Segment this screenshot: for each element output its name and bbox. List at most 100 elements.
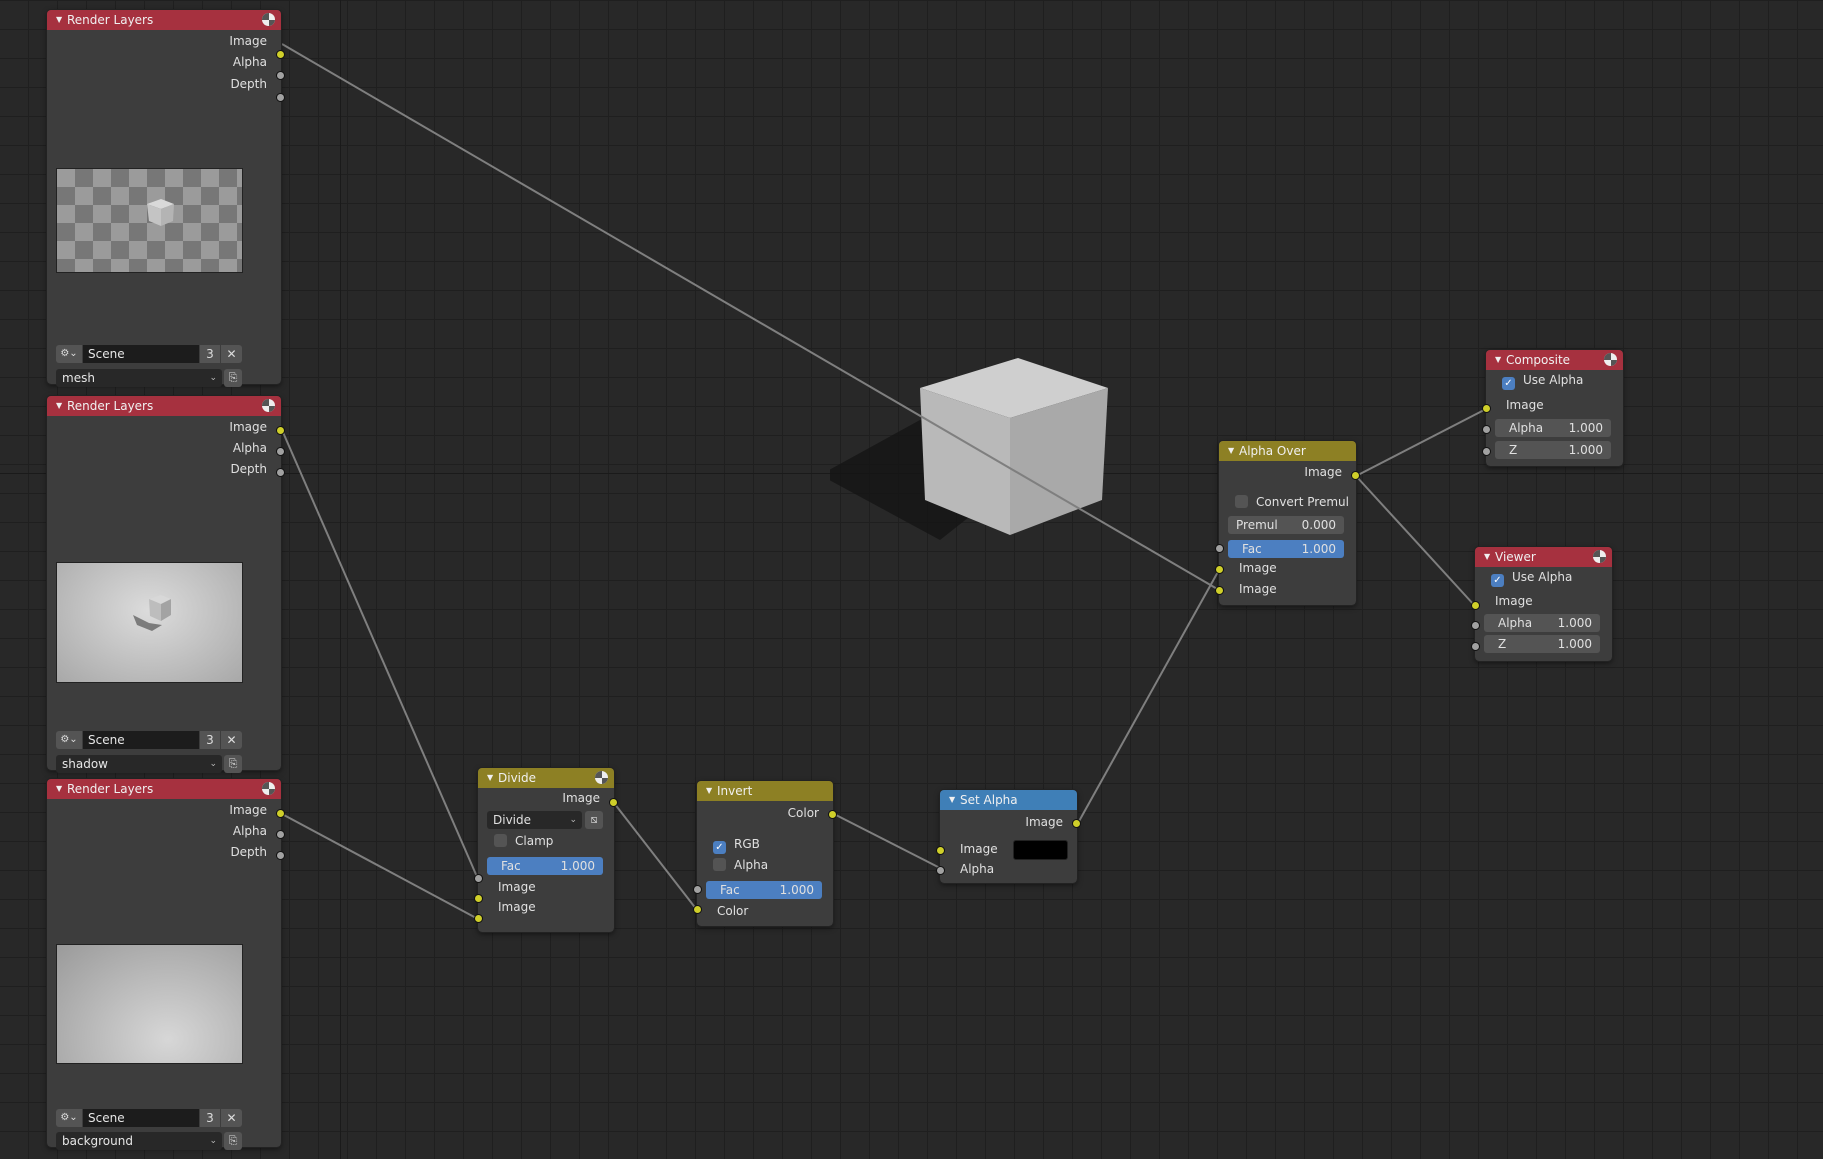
socket-z-in[interactable] (1482, 447, 1491, 456)
fac-slider[interactable]: Fac 1.000 (706, 881, 822, 899)
close-icon[interactable]: ✕ (221, 345, 242, 363)
socket-image-in[interactable] (1471, 601, 1480, 610)
socket-alpha-in[interactable] (1482, 425, 1491, 434)
scene-browse-icon[interactable]: ⚙⌄ (56, 1109, 82, 1127)
socket-alpha-in[interactable] (936, 866, 945, 875)
triangle-down-icon[interactable]: ▼ (1484, 547, 1490, 567)
triangle-down-icon[interactable]: ▼ (1228, 441, 1234, 461)
scene-users-count[interactable]: 3 (200, 731, 220, 749)
checkbox-box[interactable]: ✓ (1491, 574, 1504, 587)
checkbox-box[interactable]: ✓ (713, 841, 726, 854)
socket-alpha-out[interactable] (276, 71, 285, 80)
checkbox-box[interactable]: ✓ (1502, 377, 1515, 390)
socket-image-out[interactable] (609, 798, 618, 807)
socket-z-in[interactable] (1471, 642, 1480, 651)
checkbox-box[interactable] (494, 834, 507, 847)
layer-selector[interactable]: mesh ⌄ ⎘ (56, 369, 242, 387)
scene-name-field[interactable]: Scene (83, 345, 199, 363)
socket-alpha-out[interactable] (276, 447, 285, 456)
socket-image-2-in[interactable] (474, 914, 483, 923)
triangle-down-icon[interactable]: ▼ (487, 768, 493, 788)
socket-alpha-out[interactable] (276, 830, 285, 839)
node-composite[interactable]: ▼ Composite ✓ Use Alpha Image Alpha 1.000… (1482, 349, 1624, 467)
socket-alpha-in[interactable] (1471, 621, 1480, 630)
fac-slider[interactable]: Fac 1.000 (1228, 540, 1344, 558)
node-header[interactable]: ▼ Set Alpha (940, 790, 1077, 810)
node-alpha-over[interactable]: ▼ Alpha Over Image Convert Premul Premul… (1215, 440, 1360, 606)
triangle-down-icon[interactable]: ▼ (949, 790, 955, 810)
z-field[interactable]: Z 1.000 (1495, 441, 1611, 459)
layer-browse-icon[interactable]: ⎘ (224, 755, 242, 773)
socket-depth-out[interactable] (276, 468, 285, 477)
close-icon[interactable]: ✕ (221, 1109, 242, 1127)
premul-field[interactable]: Premul 0.000 (1228, 516, 1344, 534)
operation-dropdown[interactable]: Divide ⌄ (487, 811, 582, 829)
node-header[interactable]: ▼ Alpha Over (1219, 441, 1356, 461)
scene-selector[interactable]: ⚙⌄ Scene 3 ✕ (56, 345, 242, 363)
scene-selector[interactable]: ⚙⌄ Scene 3 ✕ (56, 731, 242, 749)
socket-image-out[interactable] (276, 426, 285, 435)
triangle-down-icon[interactable]: ▼ (56, 396, 62, 416)
alpha-checkbox[interactable]: Alpha (713, 858, 768, 872)
scene-name-field[interactable]: Scene (83, 731, 199, 749)
triangle-down-icon[interactable]: ▼ (56, 779, 62, 799)
socket-fac-in[interactable] (1215, 544, 1224, 553)
node-header[interactable]: ▼ Viewer (1475, 547, 1612, 567)
node-render-layers-shadow[interactable]: ▼ Render Layers Image Alpha Depth ⚙⌄ Sce… (46, 395, 285, 773)
use-alpha-checkbox[interactable]: ✓ Use Alpha (1502, 373, 1583, 390)
layer-dropdown[interactable]: shadow ⌄ (56, 755, 222, 773)
node-render-layers-background[interactable]: ▼ Render Layers Image Alpha Depth ⚙⌄ Sce… (46, 778, 285, 1150)
scene-browse-icon[interactable]: ⚙⌄ (56, 731, 82, 749)
checkbox-box[interactable] (1235, 495, 1248, 508)
layer-dropdown[interactable]: mesh ⌄ (56, 369, 222, 387)
scene-users-count[interactable]: 3 (200, 1109, 220, 1127)
node-set-alpha[interactable]: ▼ Set Alpha Image Image Alpha (936, 789, 1081, 884)
node-header[interactable]: ▼ Render Layers (47, 396, 281, 416)
node-viewer[interactable]: ▼ Viewer ✓ Use Alpha Image Alpha 1.000 Z … (1471, 546, 1613, 662)
layer-selector[interactable]: shadow ⌄ ⎘ (56, 755, 242, 773)
checkbox-box[interactable] (713, 858, 726, 871)
triangle-down-icon[interactable]: ▼ (1495, 350, 1501, 370)
alpha-field[interactable]: Alpha 1.000 (1495, 419, 1611, 437)
convert-premul-checkbox[interactable]: Convert Premul (1235, 495, 1349, 509)
image-icon[interactable]: ⧅ (585, 811, 603, 829)
socket-color-out[interactable] (828, 810, 837, 819)
socket-image-out[interactable] (276, 50, 285, 59)
triangle-down-icon[interactable]: ▼ (56, 10, 62, 30)
node-header[interactable]: ▼ Invert (697, 781, 833, 801)
socket-image-out[interactable] (1072, 819, 1081, 828)
node-divide[interactable]: ▼ Divide Image Divide ⌄ ⧅ Clamp Fac 1.000… (474, 767, 618, 933)
layer-dropdown[interactable]: background ⌄ (56, 1132, 222, 1150)
layer-selector[interactable]: background ⌄ ⎘ (56, 1132, 242, 1150)
socket-image-1-in[interactable] (1215, 565, 1224, 574)
node-header[interactable]: ▼ Render Layers (47, 779, 281, 799)
socket-fac-in[interactable] (474, 874, 483, 883)
node-header[interactable]: ▼ Divide (478, 768, 614, 788)
triangle-down-icon[interactable]: ▼ (706, 781, 712, 801)
fac-slider[interactable]: Fac 1.000 (487, 857, 603, 875)
layer-browse-icon[interactable]: ⎘ (224, 369, 242, 387)
clamp-checkbox[interactable]: Clamp (494, 834, 553, 848)
socket-image-2-in[interactable] (1215, 586, 1224, 595)
scene-name-field[interactable]: Scene (83, 1109, 199, 1127)
scene-users-count[interactable]: 3 (200, 345, 220, 363)
socket-image-in[interactable] (1482, 404, 1491, 413)
alpha-field[interactable]: Alpha 1.000 (1484, 614, 1600, 632)
z-field[interactable]: Z 1.000 (1484, 635, 1600, 653)
scene-browse-icon[interactable]: ⚙⌄ (56, 345, 82, 363)
socket-image-out[interactable] (276, 809, 285, 818)
node-header[interactable]: ▼ Composite (1486, 350, 1623, 370)
scene-selector[interactable]: ⚙⌄ Scene 3 ✕ (56, 1109, 242, 1127)
socket-image-1-in[interactable] (474, 894, 483, 903)
rgb-checkbox[interactable]: ✓ RGB (713, 837, 760, 854)
use-alpha-checkbox[interactable]: ✓ Use Alpha (1491, 570, 1572, 587)
socket-depth-out[interactable] (276, 93, 285, 102)
layer-browse-icon[interactable]: ⎘ (224, 1132, 242, 1150)
node-invert[interactable]: ▼ Invert Color ✓ RGB Alpha Fac 1.000 Colo… (693, 780, 837, 927)
node-render-layers-mesh[interactable]: ▼ Render Layers Image Alpha Depth ⚙⌄ Sce… (46, 9, 285, 387)
socket-image-in[interactable] (936, 846, 945, 855)
socket-depth-out[interactable] (276, 851, 285, 860)
color-swatch-field[interactable] (1013, 840, 1068, 860)
node-header[interactable]: ▼ Render Layers (47, 10, 281, 30)
socket-color-in[interactable] (693, 905, 702, 914)
